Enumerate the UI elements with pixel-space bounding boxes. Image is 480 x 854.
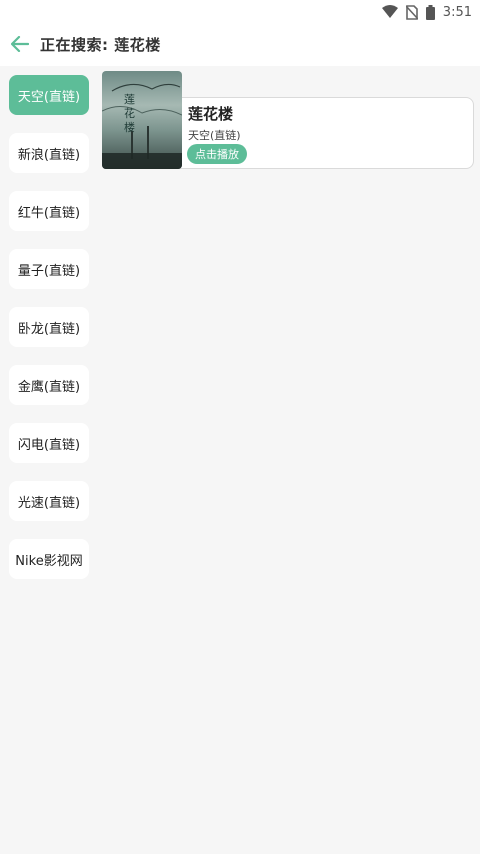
source-item-nike[interactable]: Nike影视网 (9, 539, 89, 579)
source-label: 闪电(直链) (17, 437, 81, 453)
source-label: 新浪(直链) (17, 147, 81, 163)
play-button[interactable]: 点击播放 (187, 144, 247, 164)
source-label: 卧龙(直链) (17, 321, 81, 337)
source-item-guangsu[interactable]: 光速(直链) (9, 481, 89, 521)
source-sidebar: 天空(直链) 新浪(直链) 红牛(直链) 量子(直链) 卧龙(直链) 金鹰(直链… (0, 66, 96, 854)
movie-title: 莲花楼 (188, 105, 234, 123)
source-label: 金鹰(直链) (17, 379, 81, 395)
movie-poster[interactable]: 莲 花 楼 (102, 71, 182, 169)
status-bar: 3:51 (0, 0, 480, 24)
status-icons: 3:51 (381, 2, 472, 22)
clock: 3:51 (442, 4, 472, 20)
source-label: 量子(直链) (17, 263, 81, 279)
no-sim-icon (405, 4, 418, 20)
app-bar: 正在搜索: 莲花楼 (0, 24, 480, 66)
wifi-icon (381, 5, 398, 19)
source-label: 天空(直链) (17, 89, 81, 105)
source-item-jinying[interactable]: 金鹰(直链) (9, 365, 89, 405)
source-label: 红牛(直链) (17, 205, 81, 221)
source-item-hongniu[interactable]: 红牛(直链) (9, 191, 89, 231)
source-label: 光速(直链) (17, 495, 81, 511)
source-item-wolong[interactable]: 卧龙(直链) (9, 307, 89, 347)
movie-source: 天空(直链) (188, 129, 241, 142)
source-label: Nike影视网 (15, 553, 83, 569)
source-item-xinlang[interactable]: 新浪(直链) (9, 133, 89, 173)
page-title: 正在搜索: 莲花楼 (40, 36, 161, 54)
play-button-label: 点击播放 (195, 148, 239, 161)
source-item-shandian[interactable]: 闪电(直链) (9, 423, 89, 463)
svg-text:莲: 莲 (124, 93, 135, 106)
battery-icon (425, 4, 435, 20)
arrow-left-icon[interactable] (8, 32, 32, 56)
source-item-liangzi[interactable]: 量子(直链) (9, 249, 89, 289)
svg-text:花: 花 (124, 107, 135, 120)
svg-text:楼: 楼 (124, 120, 135, 134)
source-item-tiankong[interactable]: 天空(直链) (9, 75, 89, 115)
